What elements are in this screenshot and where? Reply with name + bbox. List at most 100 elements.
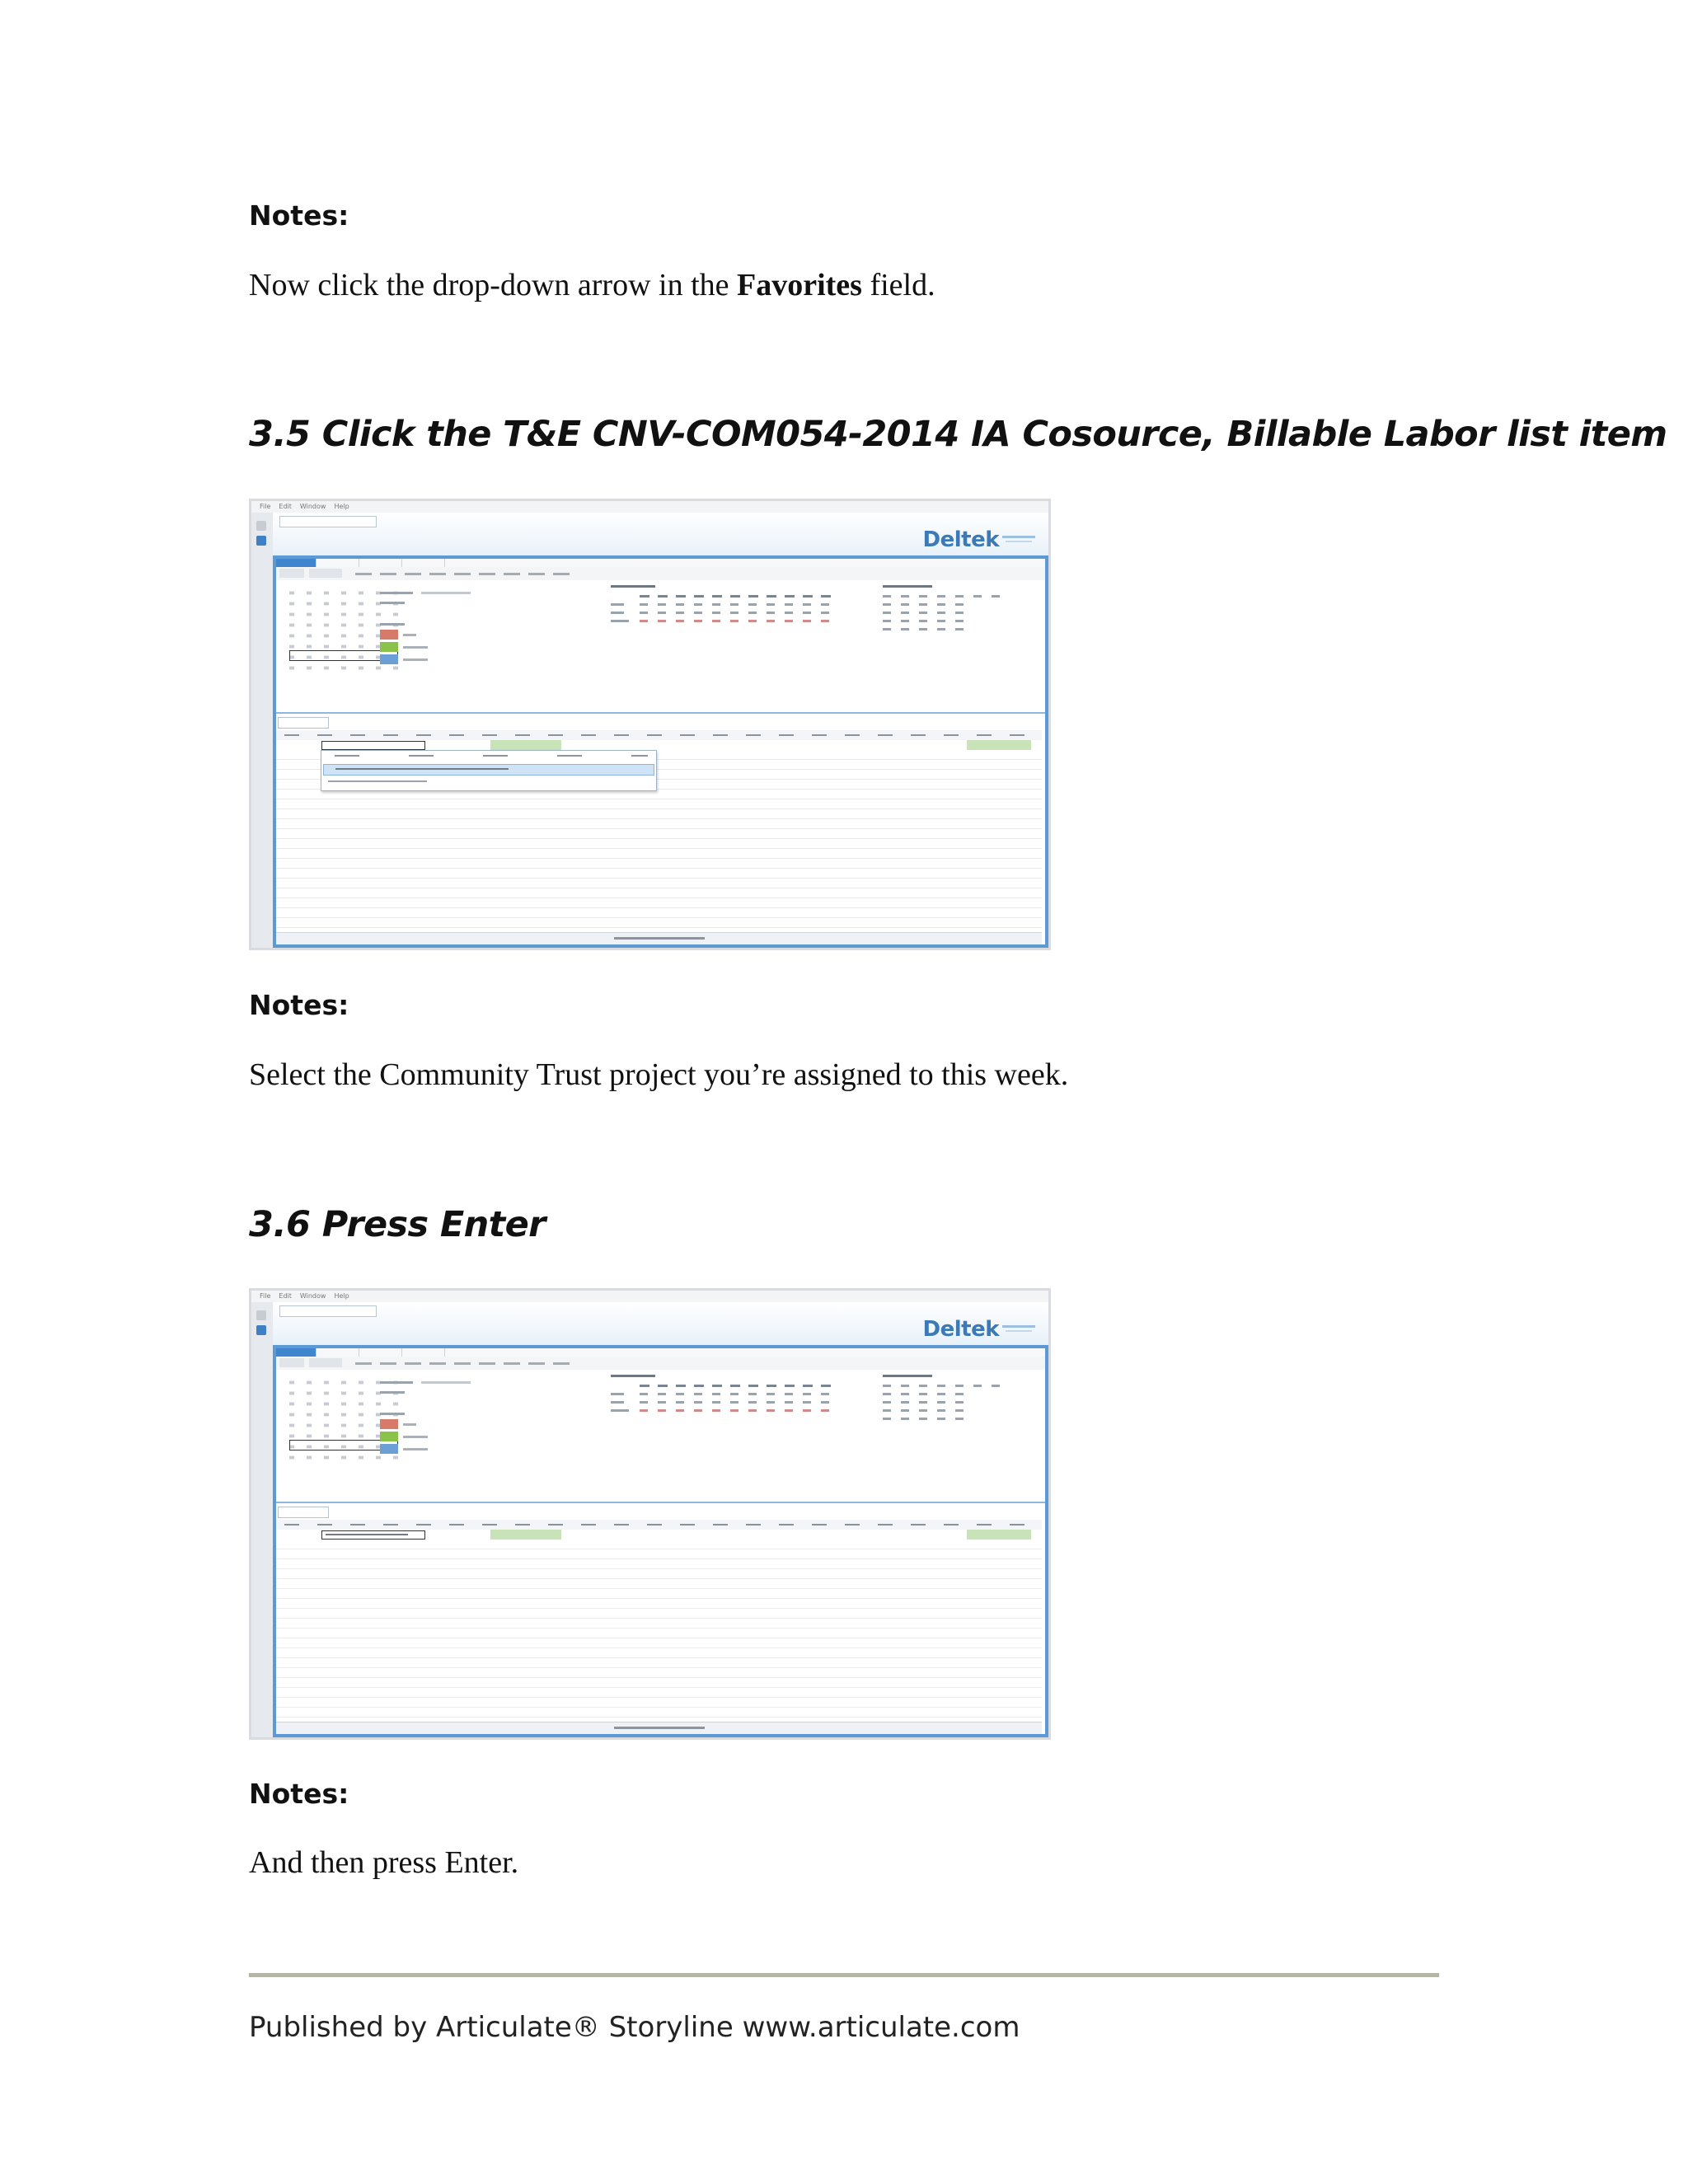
module-tab-expenses [316, 1345, 359, 1357]
menu-window: Window [299, 1292, 326, 1300]
legend-due-swatch [380, 630, 398, 640]
favorites-emphasis: Favorites [737, 268, 862, 302]
day-columns [640, 595, 837, 598]
dropdown-columns [335, 755, 648, 757]
screenshot-after-selection: File Edit Window Help Deltek [249, 1288, 1051, 1740]
row-label-fixed [611, 1401, 624, 1404]
legend-label [380, 623, 405, 626]
legend-label [380, 1413, 405, 1415]
row-label-fixed [611, 612, 624, 614]
step-heading-3-6: 3.6 Press Enter [249, 1204, 546, 1245]
favorite-value-text [326, 1534, 408, 1535]
legend-submitted-swatch [380, 642, 398, 652]
week-label [380, 602, 405, 604]
save-icon [256, 521, 266, 531]
toolbar-actions [355, 573, 570, 575]
employee-label [380, 592, 413, 594]
resource-type-row [883, 595, 1006, 598]
favorite-list-item-selected[interactable] [323, 764, 654, 776]
week-label [380, 1391, 405, 1394]
time-row [640, 1393, 837, 1395]
info-icon [256, 1325, 266, 1335]
app-toolbar [273, 567, 1048, 581]
resource-org-unit-row [883, 620, 973, 622]
toolbar-button [279, 569, 304, 578]
employee-label [380, 1381, 413, 1384]
employee-value [421, 592, 471, 594]
details-cell [967, 740, 1031, 750]
status-bar [276, 932, 1042, 944]
footer-divider [249, 1973, 1439, 1977]
registrations-tab [278, 1507, 329, 1518]
menu-file: File [260, 503, 271, 510]
registrations-pane [273, 1502, 1048, 1737]
details-cell [967, 1530, 1031, 1540]
notes-heading: Notes: [249, 1778, 349, 1810]
deltek-logo: Deltek [922, 1317, 1000, 1342]
time-row [640, 603, 837, 606]
header-labels [284, 1524, 1034, 1526]
time-info-title [611, 1375, 655, 1377]
app-menubar: File Edit Window Help [251, 501, 1048, 513]
note-text: Now click the drop-down arrow in the Fav… [249, 267, 935, 303]
empty-rows [276, 1540, 1042, 1719]
legend-due-text [403, 634, 416, 636]
favorites-field[interactable] [321, 741, 425, 750]
fixed-row [640, 1401, 837, 1404]
job-function-row [883, 1418, 973, 1420]
project-cell [490, 740, 561, 750]
favorites-field[interactable] [321, 1530, 425, 1540]
brand-tagline [1002, 1325, 1035, 1328]
note-text: Select the Community Trust project you’r… [249, 1057, 1069, 1092]
module-tab-reports [401, 1345, 445, 1357]
legend-approved-swatch [380, 654, 398, 664]
screenshot-favorites-dropdown: File Edit Window Help Deltek [249, 499, 1051, 950]
module-tabs [273, 1345, 1048, 1357]
balance-row [640, 1409, 837, 1412]
app-toolbar [273, 1357, 1048, 1371]
legend-due-text [403, 1423, 416, 1426]
footer-publisher: Published by Articulate® Storyline www.a… [249, 2011, 1020, 2044]
legend-submitted-swatch [380, 1432, 398, 1441]
deltek-logo: Deltek [922, 527, 1000, 552]
brand-tagline-2 [1006, 1330, 1032, 1332]
module-tab-reports [401, 555, 445, 567]
company-row [883, 1393, 973, 1395]
row-label-time [611, 1393, 624, 1395]
row-label-time [611, 603, 624, 606]
time-expenses-tab [279, 1305, 377, 1317]
menu-file: File [260, 1292, 271, 1300]
status-bar [276, 1722, 1042, 1734]
balance-row [640, 620, 837, 622]
notes-heading: Notes: [249, 989, 349, 1021]
menu-edit: Edit [279, 503, 292, 510]
status-text [613, 937, 705, 940]
resource-info-title [883, 585, 932, 588]
legend-approved-text [403, 658, 428, 661]
status-text [613, 1727, 705, 1729]
toolbar-button [309, 569, 342, 578]
toolbar-button [279, 1358, 304, 1367]
app-header: Deltek [273, 1302, 1048, 1347]
job-function-row [883, 628, 973, 630]
menu-edit: Edit [279, 1292, 292, 1300]
resource-info-title [883, 1375, 932, 1377]
module-tab-favorites [359, 555, 402, 567]
legend-due-swatch [380, 1419, 398, 1429]
toolbar-button [309, 1358, 342, 1367]
app-menubar: File Edit Window Help [251, 1291, 1048, 1302]
legend-approved-swatch [380, 1444, 398, 1454]
left-navigation-strip [251, 1302, 274, 1737]
favorites-dropdown[interactable] [321, 750, 657, 791]
menu-help: Help [334, 1292, 349, 1300]
time-expenses-tab [279, 516, 377, 527]
brand-tagline-2 [1006, 541, 1032, 542]
notes-heading: Notes: [249, 199, 349, 232]
note-text-after: field. [861, 268, 935, 302]
resource-type-row [883, 1385, 1006, 1387]
module-tab-timesheet [273, 555, 316, 567]
module-tab-favorites [359, 1345, 402, 1357]
registrations-tab [278, 717, 329, 729]
menu-window: Window [299, 503, 326, 510]
row-label-balance [611, 620, 629, 622]
